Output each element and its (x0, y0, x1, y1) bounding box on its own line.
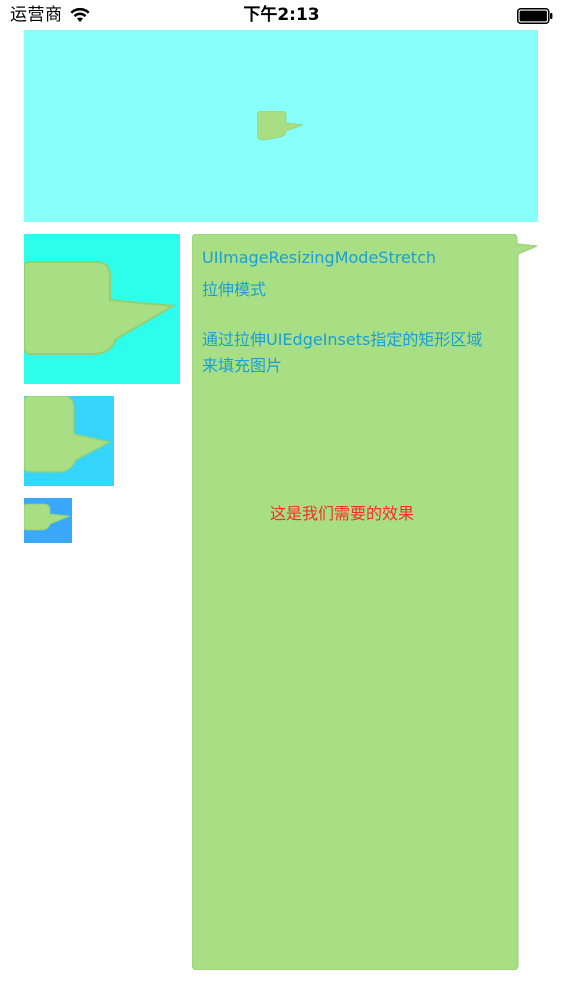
chat-bubble-icon (257, 111, 303, 141)
resizing-mode-subtitle: 拉伸模式 (202, 280, 267, 299)
banner-image-view (24, 30, 538, 222)
original-image-thumb-medium (24, 396, 114, 486)
effect-note: 这是我们需要的效果 (270, 504, 415, 523)
chat-bubble-icon (24, 503, 71, 531)
chat-bubble-icon (24, 396, 112, 473)
battery-icon (517, 8, 553, 24)
description-line-1: 通过拉伸UIEdgeInsets指定的矩形区域 (202, 330, 483, 349)
description-line-2: 来填充图片 (202, 356, 283, 375)
resizing-mode-title: UIImageResizingModeStretch (202, 248, 437, 267)
chat-bubble-icon (24, 261, 177, 355)
status-bar: 运营商 下午2:13 (0, 0, 563, 32)
stretched-bubble-image-view: UIImageResizingModeStretch 拉伸模式 通过拉伸UIEd… (192, 234, 539, 970)
status-time: 下午2:13 (243, 5, 320, 25)
original-image-thumb-small (24, 498, 72, 543)
original-image-thumb-large (24, 234, 180, 384)
